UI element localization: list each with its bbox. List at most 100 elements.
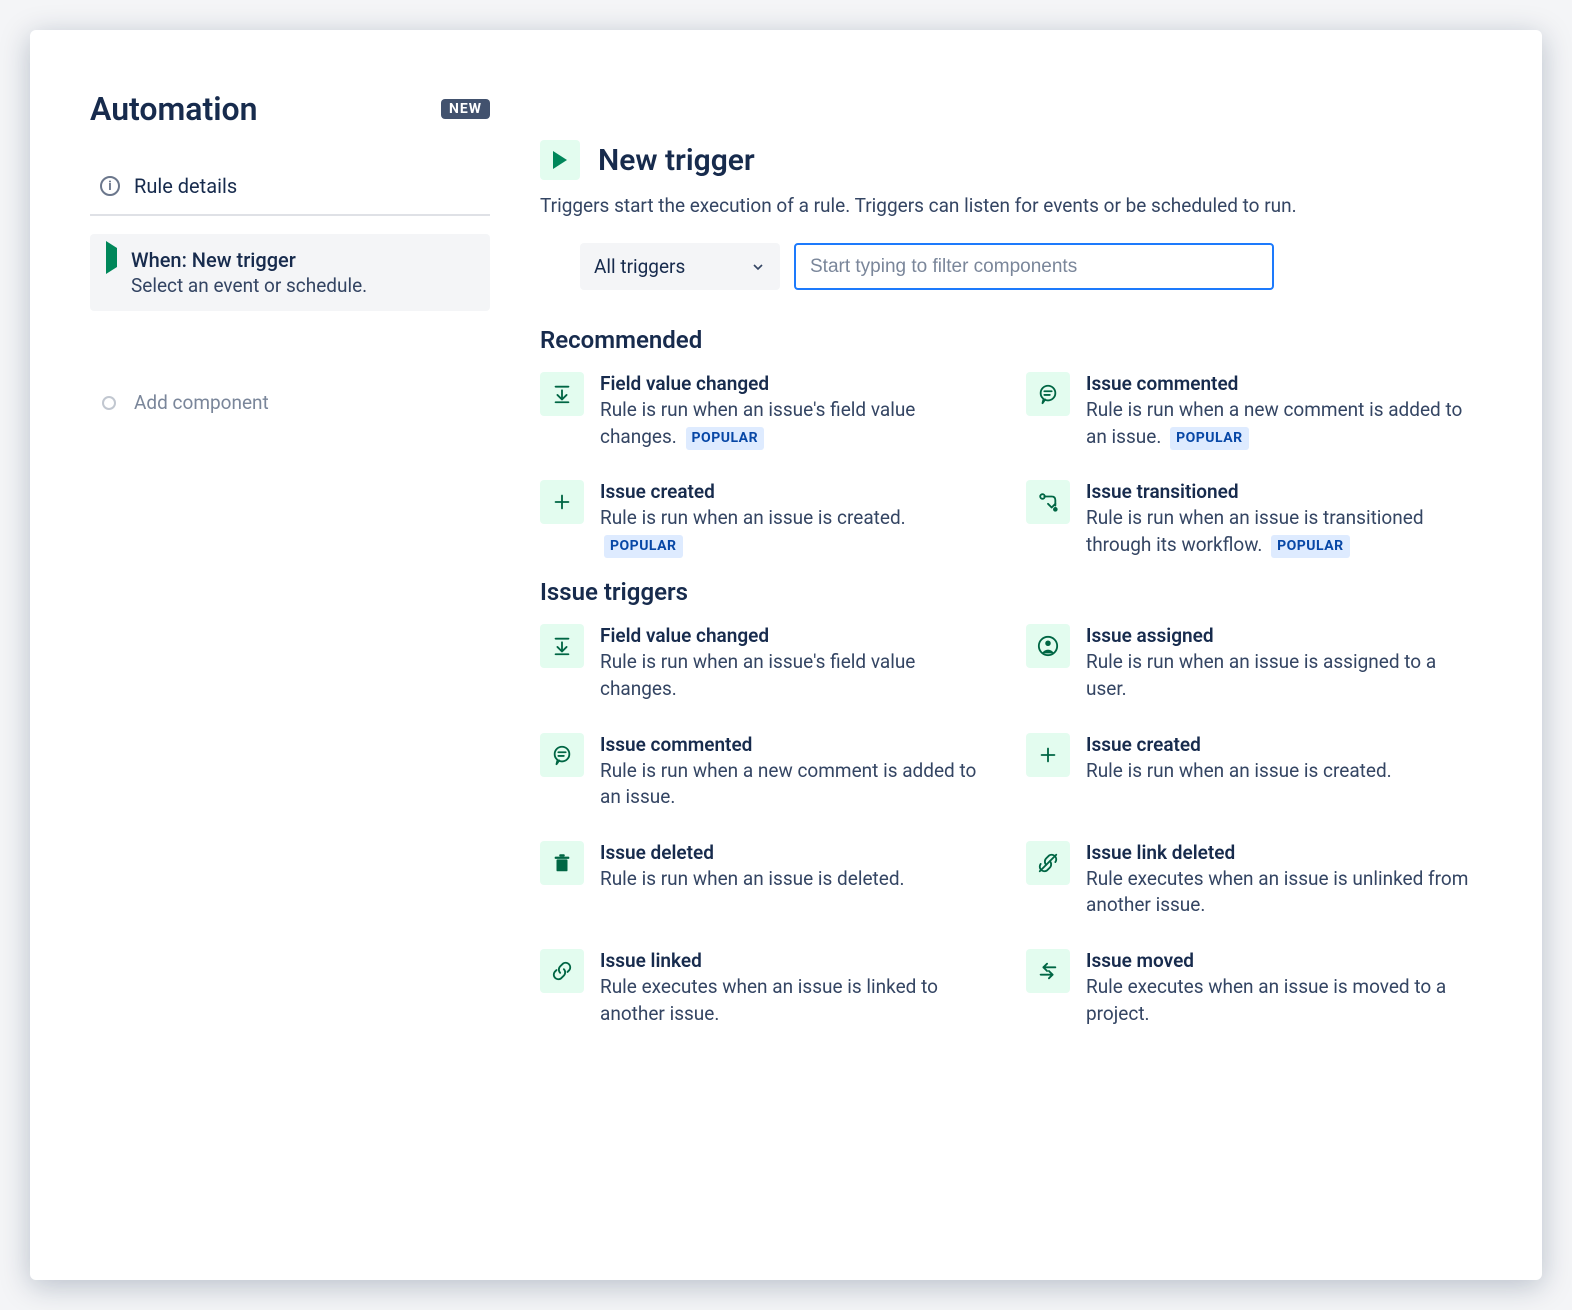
card-description: Rule is run when an issue is deleted. bbox=[600, 866, 986, 893]
sections: RecommendedField value changedRule is ru… bbox=[540, 326, 1482, 1027]
trigger-card[interactable]: Issue deleted Rule is run when an issue i… bbox=[540, 841, 996, 919]
card-description: Rule is run when an issue is assigned to… bbox=[1086, 649, 1472, 702]
trigger-card[interactable]: Field value changedRule is run when an i… bbox=[540, 372, 996, 450]
comment-icon bbox=[1026, 372, 1070, 416]
triggers-dropdown[interactable]: All triggers bbox=[580, 243, 780, 290]
hollow-dot-icon bbox=[102, 396, 116, 410]
card-body: Issue transitioned Rule is run when an is… bbox=[1086, 480, 1472, 558]
card-description: Rule is run when an issue's field value … bbox=[600, 649, 986, 702]
card-title: Issue assigned bbox=[1086, 624, 1472, 647]
comment-icon bbox=[540, 733, 584, 777]
card-body: Issue assigned Rule is run when an issue … bbox=[1086, 624, 1472, 702]
card-body: Issue commented Rule is run when a new co… bbox=[1086, 372, 1472, 450]
main-description: Triggers start the execution of a rule. … bbox=[540, 194, 1482, 217]
person-icon bbox=[1026, 624, 1070, 668]
trigger-card[interactable]: Issue commentedRule is run when a new co… bbox=[540, 733, 996, 811]
card-title: Field value changed bbox=[600, 624, 986, 647]
link-icon bbox=[540, 949, 584, 993]
card-description: Rule is run when an issue is created. bbox=[1086, 758, 1472, 785]
card-body: Issue moved Rule executes when an issue i… bbox=[1086, 949, 1472, 1027]
plus-icon bbox=[540, 480, 584, 524]
card-description: Rule is run when an issue is created. PO… bbox=[600, 505, 986, 558]
play-icon bbox=[104, 248, 117, 267]
main-title: New trigger bbox=[598, 143, 755, 178]
card-description: Rule executes when an issue is linked to… bbox=[600, 974, 986, 1027]
card-description-text: Rule is run when an issue is deleted. bbox=[600, 867, 905, 890]
card-body: Issue createdRule is run when an issue i… bbox=[600, 480, 986, 558]
card-title: Issue transitioned bbox=[1086, 480, 1472, 503]
play-icon bbox=[540, 140, 580, 180]
card-description: Rule executes when an issue is unlinked … bbox=[1086, 866, 1472, 919]
trigger-card[interactable]: Issue linked Rule executes when an issue … bbox=[540, 949, 996, 1027]
trigger-grid: Field value changedRule is run when an i… bbox=[540, 372, 1482, 558]
trigger-card[interactable]: Issue createdRule is run when an issue i… bbox=[540, 480, 996, 558]
sidebar: Automation NEW i Rule details When: New … bbox=[90, 90, 490, 1240]
card-body: Issue commentedRule is run when a new co… bbox=[600, 733, 986, 811]
card-body: Issue linked Rule executes when an issue … bbox=[600, 949, 986, 1027]
step-flow: Add component bbox=[90, 371, 490, 414]
card-description: Rule is run when an issue is transitione… bbox=[1086, 505, 1472, 558]
popular-badge: POPULAR bbox=[686, 427, 765, 451]
sidebar-header: Automation NEW bbox=[90, 90, 490, 128]
unlink-icon bbox=[1026, 841, 1070, 885]
trigger-card[interactable]: Issue created Rule is run when an issue i… bbox=[1026, 733, 1482, 811]
popular-badge: POPULAR bbox=[604, 535, 683, 559]
card-body: Issue link deletedRule executes when an … bbox=[1086, 841, 1472, 919]
step-new-trigger[interactable]: When: New trigger Select an event or sch… bbox=[90, 234, 490, 311]
trash-icon bbox=[540, 841, 584, 885]
rule-details-label: Rule details bbox=[134, 174, 237, 198]
trigger-card[interactable]: Issue link deletedRule executes when an … bbox=[1026, 841, 1482, 919]
card-title: Issue created bbox=[600, 480, 986, 503]
download-bar-icon bbox=[540, 372, 584, 416]
info-icon: i bbox=[100, 176, 120, 196]
card-title: Issue moved bbox=[1086, 949, 1472, 972]
download-bar-icon bbox=[540, 624, 584, 668]
card-description-text: Rule is run when a new comment is added … bbox=[1086, 398, 1462, 448]
transition-icon bbox=[1026, 480, 1070, 524]
trigger-card[interactable]: Field value changed Rule is run when an i… bbox=[540, 624, 996, 702]
card-description-text: Rule is run when an issue is created. bbox=[1086, 759, 1392, 782]
card-description-text: Rule is run when an issue is transitione… bbox=[1086, 506, 1424, 556]
card-description-text: Rule executes when an issue is unlinked … bbox=[1086, 867, 1468, 917]
dropdown-label: All triggers bbox=[594, 255, 685, 278]
card-description-text: Rule executes when an issue is moved to … bbox=[1086, 975, 1446, 1025]
popular-badge: POPULAR bbox=[1170, 427, 1249, 451]
card-body: Field value changedRule is run when an i… bbox=[600, 372, 986, 450]
card-description: Rule is run when a new comment is added … bbox=[600, 758, 986, 811]
trigger-card[interactable]: Issue assigned Rule is run when an issue … bbox=[1026, 624, 1482, 702]
step-title: When: New trigger bbox=[131, 248, 367, 272]
card-title: Field value changed bbox=[600, 372, 986, 395]
automation-panel: Automation NEW i Rule details When: New … bbox=[30, 30, 1542, 1280]
add-component-button[interactable]: Add component bbox=[90, 371, 490, 414]
new-badge: NEW bbox=[441, 99, 490, 119]
card-description-text: Rule is run when an issue is created. bbox=[600, 506, 906, 529]
trigger-card[interactable]: Issue moved Rule executes when an issue i… bbox=[1026, 949, 1482, 1027]
chevron-down-icon bbox=[750, 259, 766, 275]
rule-details-link[interactable]: i Rule details bbox=[90, 158, 490, 216]
page-title: Automation bbox=[90, 90, 258, 128]
card-description-text: Rule is run when an issue's field value … bbox=[600, 650, 915, 700]
card-description-text: Rule executes when an issue is linked to… bbox=[600, 975, 938, 1025]
filter-input[interactable] bbox=[794, 243, 1274, 290]
card-title: Issue linked bbox=[600, 949, 986, 972]
main-content: New trigger Triggers start the execution… bbox=[540, 90, 1482, 1240]
trigger-grid: Field value changed Rule is run when an i… bbox=[540, 624, 1482, 1027]
card-title: Issue created bbox=[1086, 733, 1472, 756]
filter-row: All triggers bbox=[580, 243, 1482, 290]
card-title: Issue commented bbox=[1086, 372, 1472, 395]
card-body: Field value changed Rule is run when an i… bbox=[600, 624, 986, 702]
add-component-label: Add component bbox=[134, 391, 269, 414]
trigger-card[interactable]: Issue commented Rule is run when a new co… bbox=[1026, 372, 1482, 450]
popular-badge: POPULAR bbox=[1271, 535, 1350, 559]
main-header: New trigger bbox=[540, 140, 1482, 180]
trigger-card[interactable]: Issue transitioned Rule is run when an is… bbox=[1026, 480, 1482, 558]
plus-icon bbox=[1026, 733, 1070, 777]
section-title: Issue triggers bbox=[540, 578, 1482, 606]
card-description: Rule is run when an issue's field value … bbox=[600, 397, 986, 450]
card-body: Issue created Rule is run when an issue i… bbox=[1086, 733, 1472, 811]
card-description-text: Rule is run when a new comment is added … bbox=[600, 759, 976, 809]
card-title: Issue deleted bbox=[600, 841, 986, 864]
move-icon bbox=[1026, 949, 1070, 993]
card-description-text: Rule is run when an issue is assigned to… bbox=[1086, 650, 1436, 700]
step-subtitle: Select an event or schedule. bbox=[131, 274, 367, 297]
